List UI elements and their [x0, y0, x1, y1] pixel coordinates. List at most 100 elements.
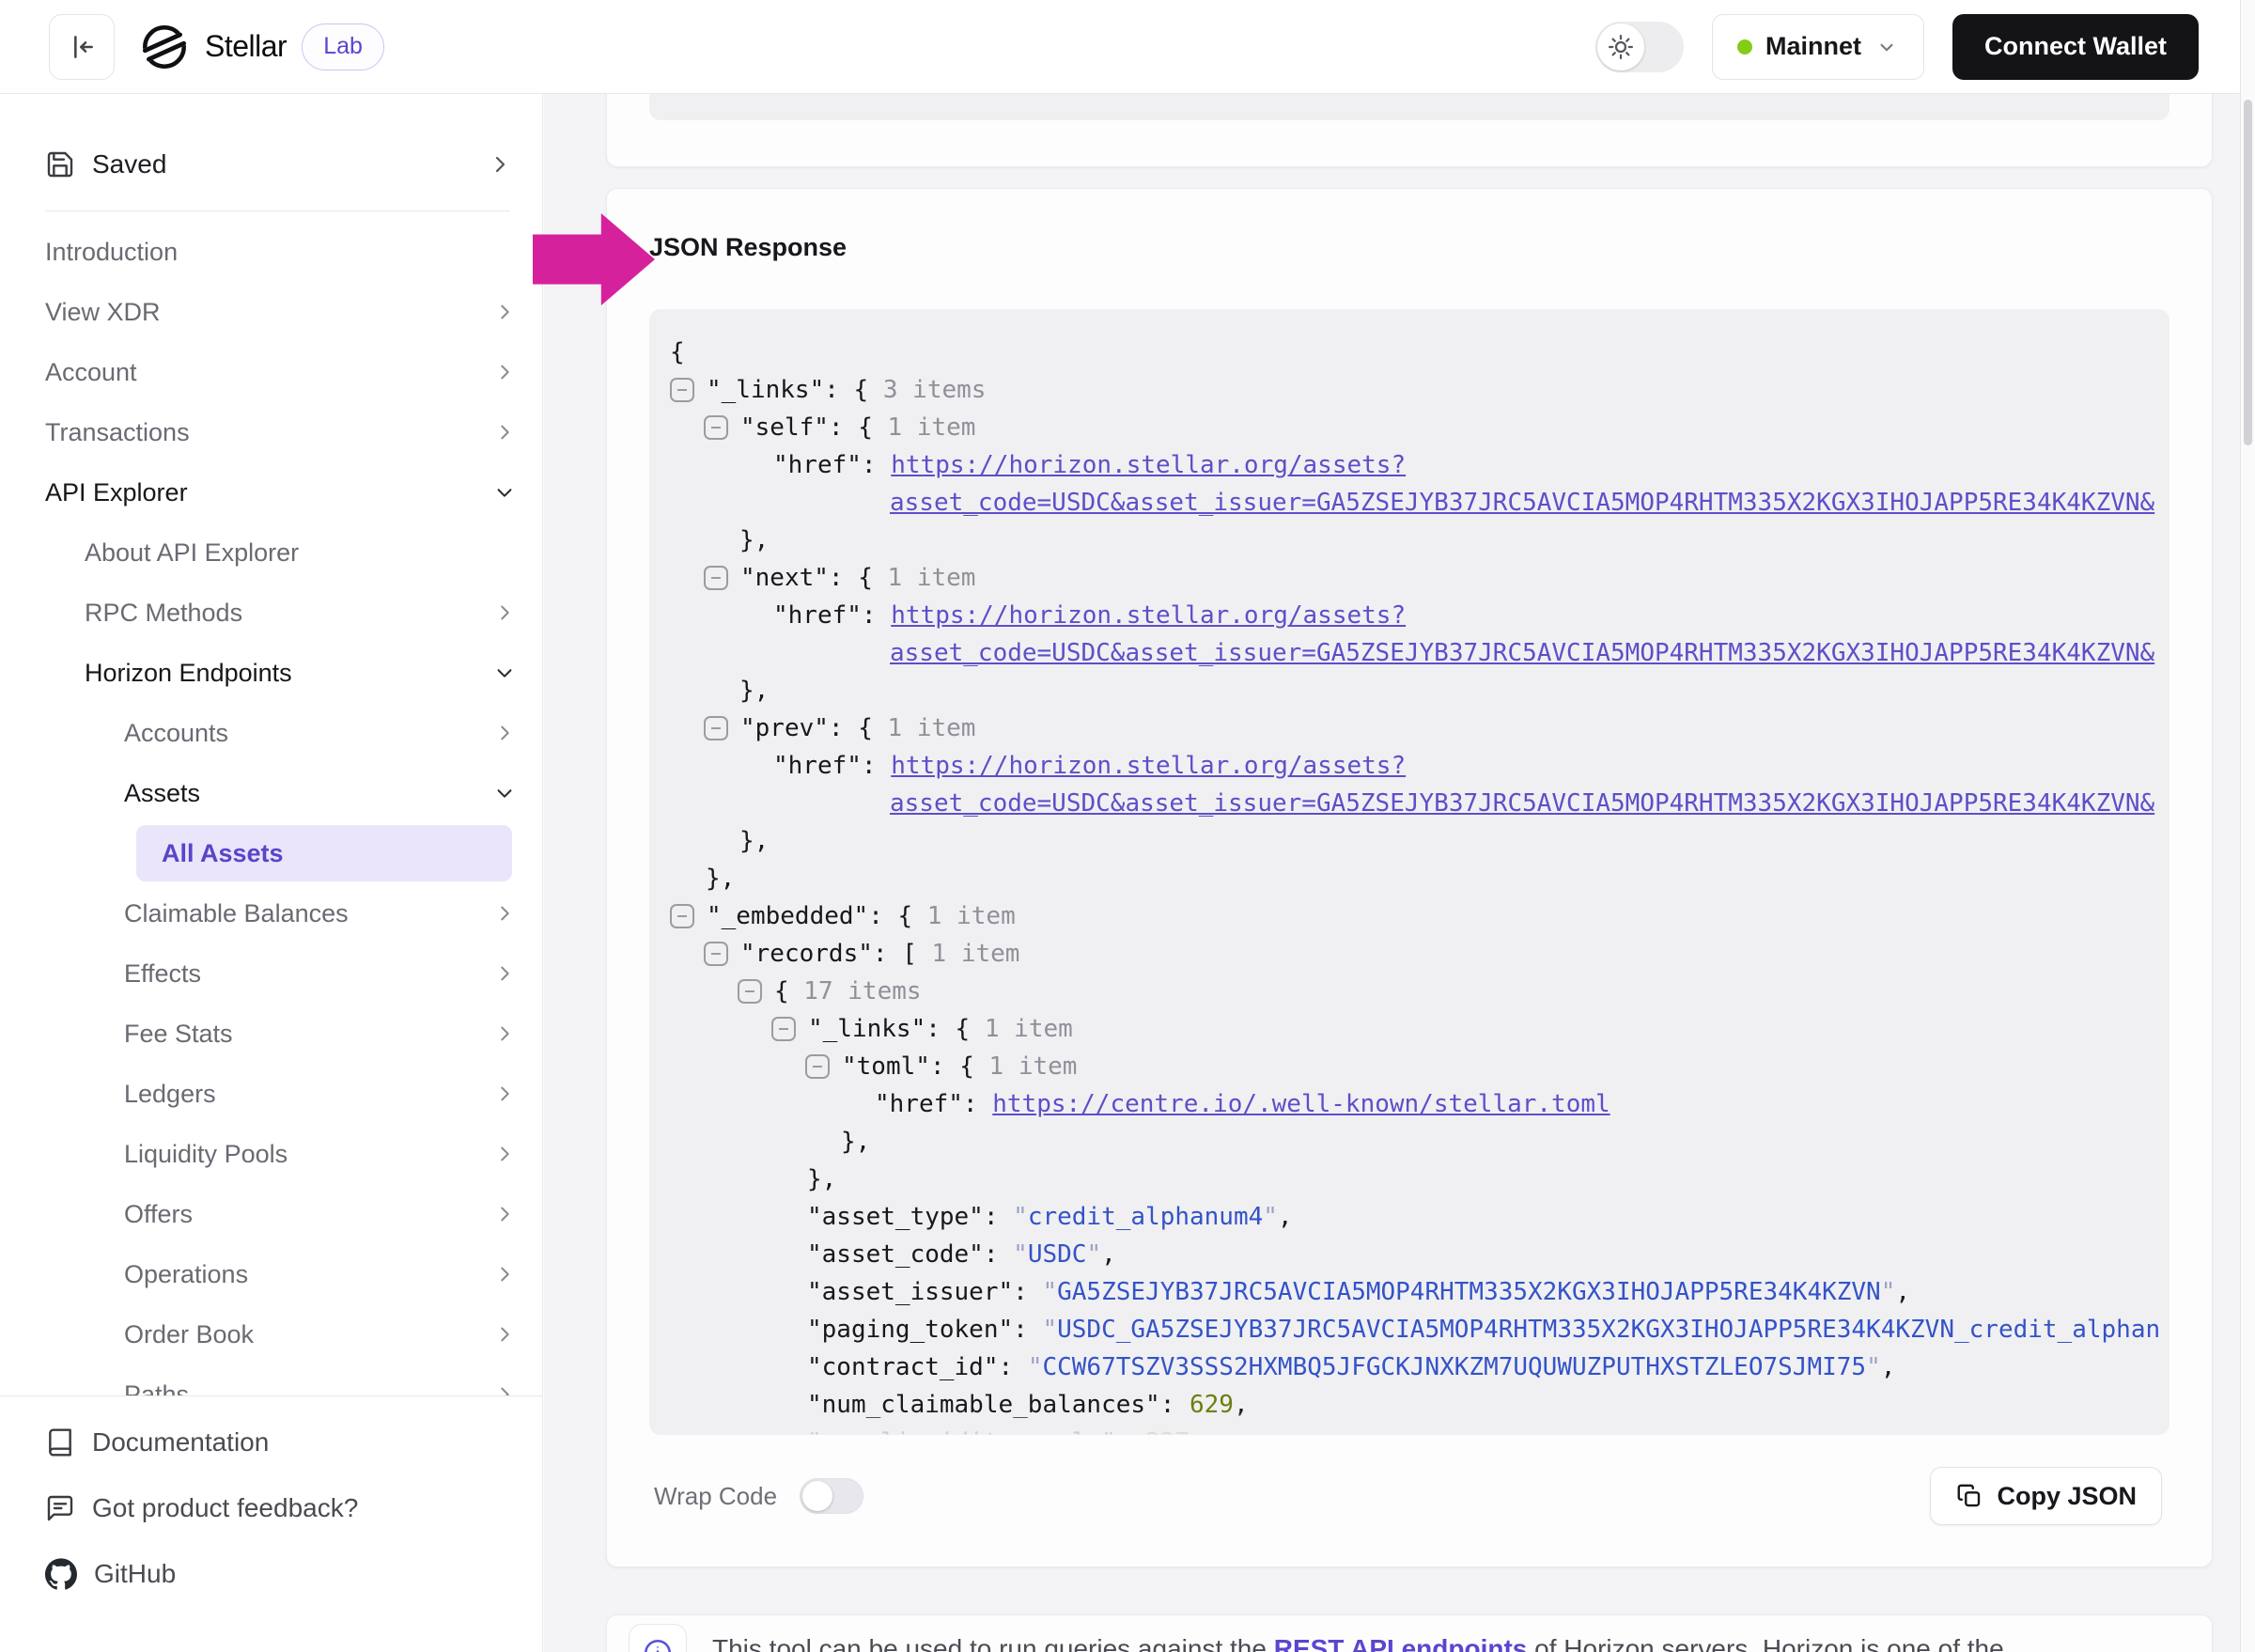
sidebar-footer-feedback[interactable]: Got product feedback? — [0, 1475, 543, 1541]
json-key-segment: "asset_code" — [807, 1236, 984, 1273]
network-select[interactable]: Mainnet — [1712, 14, 1924, 80]
json-p-segment: }, — [841, 1123, 870, 1161]
info-card: This tool can be used to run queries aga… — [606, 1614, 2213, 1652]
collapse-node-icon[interactable] — [805, 1054, 830, 1079]
brand[interactable]: Stellar Lab — [139, 22, 384, 72]
collapse-node-icon[interactable] — [670, 378, 694, 402]
json-q-segment: " — [1042, 1311, 1057, 1348]
book-icon — [45, 1427, 75, 1457]
sidebar-item-label: Transactions — [45, 418, 494, 447]
json-p-segment: : { — [829, 409, 873, 446]
json-p-segment: : { — [930, 1048, 974, 1085]
collapse-node-icon[interactable] — [738, 979, 762, 1004]
sidebar-item-view-xdr[interactable]: View XDR — [0, 282, 543, 342]
collapse-node-icon[interactable] — [704, 942, 728, 966]
json-line: "next": { 1 item — [670, 559, 2169, 597]
sidebar-item-label: Horizon Endpoints — [85, 659, 494, 688]
sidebar-footer-github[interactable]: GitHub — [0, 1541, 543, 1607]
json-p-segment: : { — [925, 1010, 970, 1048]
chevron-right-icon — [494, 903, 515, 924]
json-q-segment: " — [1881, 1273, 1896, 1311]
scrollbar-thumb[interactable] — [2244, 100, 2252, 445]
sidebar-item-ledgers[interactable]: Ledgers — [0, 1064, 543, 1124]
info-bar-text: This tool can be used to run queries aga… — [712, 1630, 2004, 1652]
sidebar-footer-documentation[interactable]: Documentation — [0, 1410, 543, 1475]
sidebar-item-saved[interactable]: Saved — [0, 132, 543, 197]
sidebar-item-api-explorer[interactable]: API Explorer — [0, 462, 543, 522]
previous-card-partial — [606, 94, 2213, 167]
json-link[interactable]: asset_code=USDC&asset_issuer=GA5ZSEJYB37… — [890, 484, 2154, 522]
sidebar-item-offers[interactable]: Offers — [0, 1184, 543, 1244]
chevron-right-icon — [494, 1144, 515, 1164]
json-link[interactable]: asset_code=USDC&asset_issuer=GA5ZSEJYB37… — [890, 785, 2154, 822]
json-key-segment: "_embedded" — [707, 897, 868, 935]
sun-icon — [1607, 33, 1635, 61]
sidebar-item-assets[interactable]: Assets — [0, 763, 543, 823]
json-key-segment: "href" — [773, 446, 862, 484]
copy-json-button[interactable]: Copy JSON — [1930, 1467, 2162, 1525]
chevron-right-icon — [494, 422, 515, 443]
sidebar-item-label: API Explorer — [45, 478, 494, 507]
json-q-segment: " — [1042, 1273, 1057, 1311]
collapse-node-icon[interactable] — [771, 1017, 796, 1041]
sidebar-item-operations[interactable]: Operations — [0, 1244, 543, 1304]
sidebar-item-accounts[interactable]: Accounts — [0, 703, 543, 763]
info-icon — [642, 1637, 674, 1652]
json-line: "asset_issuer": "GA5ZSEJYB37JRC5AVCIA5MO… — [670, 1273, 2169, 1311]
sidebar-item-introduction[interactable]: Introduction — [0, 222, 543, 282]
json-q-segment: " — [1013, 1198, 1028, 1236]
collapse-node-icon[interactable] — [704, 415, 728, 440]
sidebar-item-rpc-methods[interactable]: RPC Methods — [0, 583, 543, 643]
json-line: "contract_id": "CCW67TSZV3SSS2HXMBQ5JFGC… — [670, 1348, 2169, 1386]
json-p-segment: : — [862, 446, 891, 484]
network-status-dot — [1737, 39, 1752, 55]
json-p-segment: , — [1895, 1273, 1910, 1311]
collapse-sidebar-button[interactable] — [49, 14, 115, 80]
json-line: }, — [670, 860, 2169, 897]
json-line: }, — [670, 1123, 2169, 1161]
sidebar-divider — [45, 210, 510, 211]
json-line: "records": [ 1 item — [670, 935, 2169, 973]
sidebar-item-all-assets[interactable]: All Assets — [0, 823, 543, 883]
json-c-segment: 1 item — [873, 409, 976, 446]
collapse-node-icon[interactable] — [704, 716, 728, 740]
json-s-segment: GA5ZSEJYB37JRC5AVCIA5MOP4RHTM335X2KGX3IH… — [1057, 1273, 1881, 1311]
connect-wallet-button[interactable]: Connect Wallet — [1952, 14, 2199, 80]
json-p-segment: : { — [824, 371, 868, 409]
sidebar-item-effects[interactable]: Effects — [0, 943, 543, 1004]
sidebar-item-label: Effects — [124, 959, 494, 989]
wrap-code-toggle[interactable] — [800, 1478, 863, 1514]
github-icon — [45, 1558, 77, 1590]
brand-name: Stellar — [205, 29, 287, 64]
sidebar-item-liquidity-pools[interactable]: Liquidity Pools — [0, 1124, 543, 1184]
chevron-right-icon — [489, 153, 511, 176]
collapse-node-icon[interactable] — [670, 904, 694, 928]
sidebar-item-claimable-balances[interactable]: Claimable Balances — [0, 883, 543, 943]
sidebar-item-fee-stats[interactable]: Fee Stats — [0, 1004, 543, 1064]
json-key-segment: "_links" — [707, 371, 824, 409]
sidebar-item-transactions[interactable]: Transactions — [0, 402, 543, 462]
json-c-segment: 1 item — [873, 559, 976, 597]
json-link[interactable]: https://centre.io/.well-known/stellar.to… — [992, 1085, 1610, 1123]
chevron-right-icon — [494, 602, 515, 623]
json-line: }, — [670, 1161, 2169, 1198]
sidebar-item-label: Claimable Balances — [124, 899, 494, 928]
sidebar-item-order-book[interactable]: Order Book — [0, 1304, 543, 1364]
theme-toggle[interactable] — [1595, 22, 1684, 72]
sidebar-item-horizon-endpoints[interactable]: Horizon Endpoints — [0, 643, 543, 703]
rest-api-endpoints-link[interactable]: REST API endpoints — [1274, 1634, 1528, 1652]
json-key-segment: "self" — [740, 409, 829, 446]
json-link[interactable]: https://horizon.stellar.org/assets? — [891, 446, 1406, 484]
lab-badge: Lab — [302, 23, 384, 70]
json-link[interactable]: https://horizon.stellar.org/assets? — [891, 747, 1406, 785]
json-line: "self": { 1 item — [670, 409, 2169, 446]
sidebar-item-account[interactable]: Account — [0, 342, 543, 402]
json-link[interactable]: asset_code=USDC&asset_issuer=GA5ZSEJYB37… — [890, 634, 2154, 672]
copy-icon — [1955, 1482, 1983, 1510]
info-icon-button[interactable] — [629, 1624, 687, 1652]
footer-item-label: GitHub — [94, 1559, 176, 1589]
json-link[interactable]: https://horizon.stellar.org/assets? — [891, 597, 1406, 634]
collapse-node-icon[interactable] — [704, 566, 728, 590]
sidebar: Saved IntroductionView XDRAccount Transac… — [0, 94, 543, 1652]
sidebar-item-about-api-explorer[interactable]: About API Explorer — [0, 522, 543, 583]
